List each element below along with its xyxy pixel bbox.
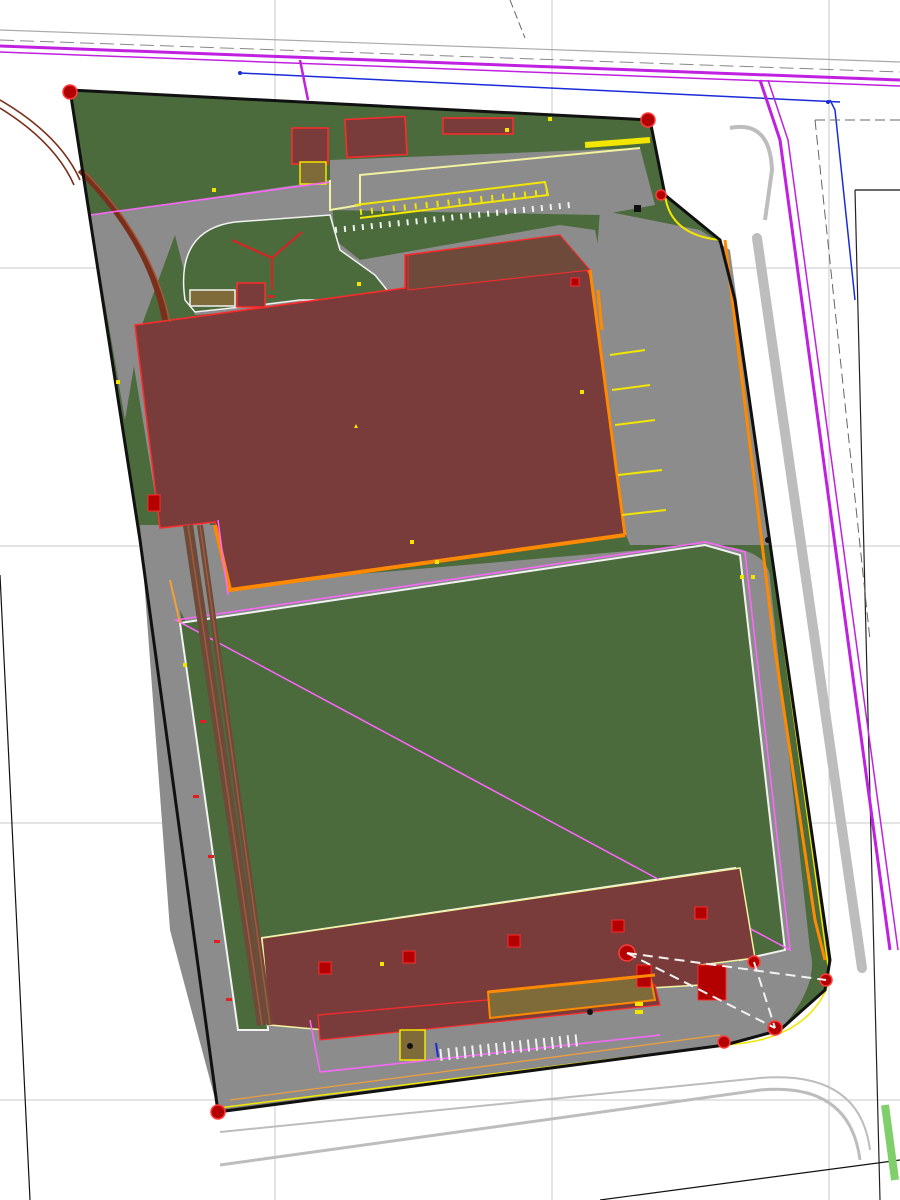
rail-curve-outside	[0, 99, 81, 186]
site-plan-map[interactable]	[0, 0, 900, 1200]
site-plan-canvas	[0, 0, 900, 1200]
north-road	[0, 0, 900, 103]
